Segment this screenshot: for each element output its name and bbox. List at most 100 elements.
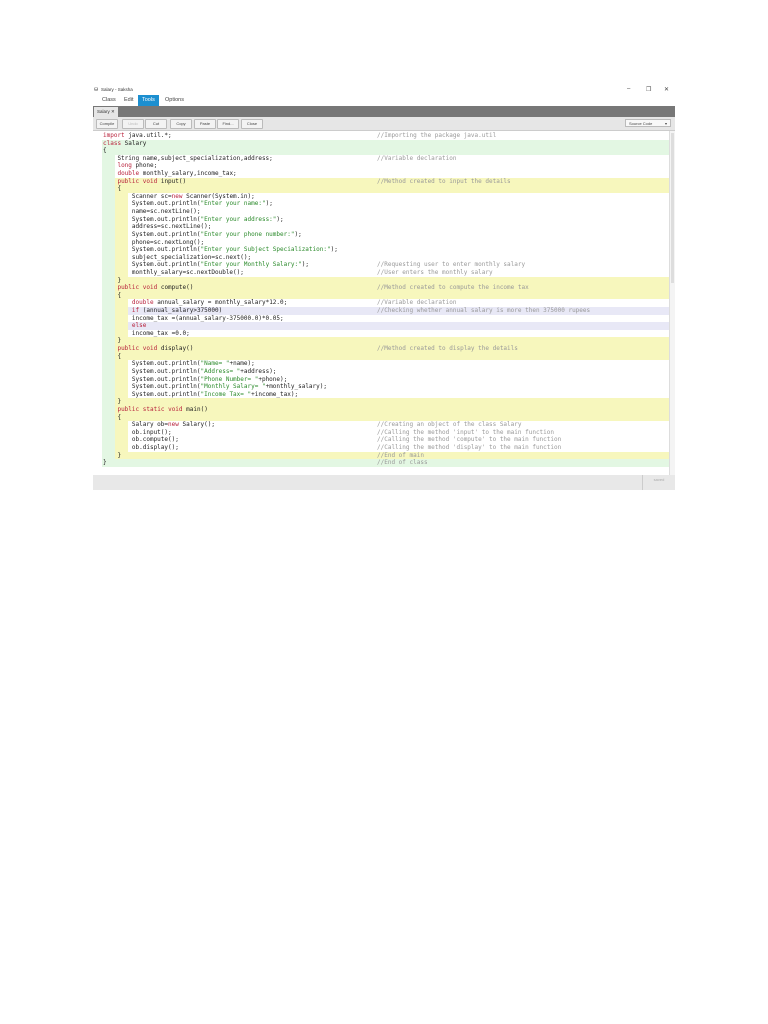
code-comment: //User enters the monthly salary: [377, 268, 493, 276]
code-text: String name,subject_specialization,addre…: [103, 154, 273, 162]
code-text: income_tax =0.0;: [103, 329, 190, 337]
code-line[interactable]: } //End of main: [93, 451, 669, 460]
code-line[interactable]: public void display() //Method created to…: [93, 345, 669, 353]
tab-label: Salary: [97, 109, 110, 114]
code-line[interactable]: else: [93, 322, 669, 330]
vertical-scrollbar[interactable]: [669, 131, 675, 475]
code-line[interactable]: income_tax =(annual_salary-375000.0)*0.0…: [93, 314, 669, 323]
code-line[interactable]: Scanner sc=new Scanner(System.in);: [93, 192, 669, 201]
code-line[interactable]: public static void main(): [93, 405, 669, 414]
menu-edit[interactable]: Edit: [120, 95, 137, 106]
code-line[interactable]: long phone;: [93, 162, 669, 171]
menu-tools[interactable]: Tools: [138, 95, 159, 106]
tab-salary[interactable]: Salary ✕: [94, 107, 118, 117]
code-line[interactable]: System.out.println("Name= "+name);: [93, 360, 669, 368]
scope-highlight: [115, 352, 669, 361]
code-line[interactable]: double monthly_salary,income_tax;: [93, 170, 669, 178]
code-text: System.out.println("Name= "+name);: [103, 360, 255, 368]
code-line[interactable]: String name,subject_specialization,addre…: [93, 154, 669, 163]
code-comment: //Calling the method 'display' to the ma…: [377, 444, 562, 451]
code-comment: //Calling the method 'compute' to the ma…: [377, 436, 562, 444]
paste-button[interactable]: Paste: [194, 119, 216, 129]
code-line[interactable]: } //End of class: [93, 459, 669, 467]
scope-highlight: [115, 291, 669, 300]
code-line[interactable]: address=sc.nextLine();: [93, 223, 669, 231]
code-line[interactable]: System.out.println("Phone Number= "+phon…: [93, 375, 669, 384]
code-line[interactable]: public void compute() //Method created to…: [93, 284, 669, 292]
bluej-app-icon: ⛁: [94, 87, 99, 93]
copy-button[interactable]: Copy: [170, 119, 192, 129]
view-selector[interactable]: Source Code ▾: [625, 119, 671, 127]
code-text: }: [103, 398, 122, 406]
code-text: Salary ob=new Salary();: [103, 421, 215, 429]
code-line[interactable]: System.out.println("Enter your phone num…: [93, 230, 669, 239]
code-comment: //Variable declaration: [377, 154, 457, 162]
code-line[interactable]: subject_specialization=sc.next();: [93, 253, 669, 262]
save-status: saved: [642, 475, 675, 490]
code-line[interactable]: monthly_salary=sc.nextDouble(); //User en…: [93, 268, 669, 277]
code-line[interactable]: }: [93, 398, 669, 406]
code-line[interactable]: import java.util.*; //Importing the packa…: [93, 132, 669, 140]
code-line[interactable]: {: [93, 352, 669, 361]
window-title: Salary - Saksha: [101, 87, 133, 92]
code-line[interactable]: {: [93, 185, 669, 193]
close-window-button[interactable]: ✕: [664, 86, 669, 93]
code-comment: //End of class: [377, 459, 428, 467]
code-line[interactable]: if (annual_salary>375000) //Checking whet…: [93, 307, 669, 315]
code-text: System.out.println("Address= "+address);: [103, 367, 277, 375]
status-bar: saved: [93, 475, 675, 490]
code-line[interactable]: System.out.println("Enter your Monthly S…: [93, 261, 669, 269]
find-button[interactable]: Find...: [217, 119, 239, 129]
code-text: }: [103, 451, 122, 459]
code-line[interactable]: System.out.println("Monthly Salary= "+mo…: [93, 383, 669, 391]
code-comment: //End of main: [377, 451, 424, 459]
code-line[interactable]: System.out.println("Enter your name:");: [93, 200, 669, 209]
code-text: public void display(): [117, 345, 194, 353]
code-line[interactable]: ob.input(); //Calling the method 'input' …: [93, 428, 669, 437]
cut-button[interactable]: Cut: [145, 119, 167, 129]
compile-button[interactable]: Compile: [96, 119, 118, 129]
code-text: System.out.println("Monthly Salary= "+mo…: [103, 383, 327, 391]
code-line[interactable]: ob.display(); //Calling the method 'displ…: [93, 444, 669, 452]
restore-button[interactable]: ❐: [646, 86, 651, 93]
code-comment: //Variable declaration: [377, 299, 457, 307]
code-line[interactable]: System.out.println("Income Tax= "+income…: [93, 390, 669, 399]
close-button[interactable]: Close: [241, 119, 263, 129]
code-editor[interactable]: import java.util.*; //Importing the packa…: [93, 131, 675, 475]
code-line[interactable]: class Salary: [93, 139, 669, 148]
scope-highlight: [102, 139, 669, 148]
scope-highlight: [115, 413, 669, 422]
menu-options[interactable]: Options: [161, 95, 188, 106]
code-comment: //Checking whether annual salary is more…: [377, 307, 591, 315]
scrollbar-thumb[interactable]: [671, 133, 674, 283]
code-line[interactable]: ob.compute(); //Calling the method 'compu…: [93, 436, 669, 444]
code-comment: //Requesting user to enter monthly salar…: [377, 261, 526, 269]
code-text: class Salary: [103, 139, 147, 147]
bluej-editor-window: ⛁ Salary - Saksha – ❐ ✕ Class Edit Tools…: [93, 85, 675, 490]
menu-class[interactable]: Class: [98, 95, 120, 106]
code-line[interactable]: public void input() //Method created to i…: [93, 177, 669, 186]
code-line[interactable]: System.out.println("Address= "+address);: [93, 367, 669, 376]
code-comment: //Calling the method 'input' to the main…: [377, 428, 555, 436]
code-line[interactable]: double annual_salary = monthly_salary*12…: [93, 299, 669, 308]
code-line[interactable]: }: [93, 276, 669, 285]
undo-button[interactable]: Undo: [122, 119, 144, 129]
code-text: {: [103, 352, 122, 360]
code-line[interactable]: {: [93, 147, 669, 155]
code-line[interactable]: System.out.println("Enter your address:"…: [93, 215, 669, 224]
code-text: else: [131, 322, 147, 330]
code-text: long phone;: [117, 162, 158, 170]
code-text: System.out.println("Enter your Monthly S…: [103, 261, 309, 269]
code-text: public static void main(): [117, 405, 208, 413]
code-line[interactable]: income_tax =0.0;: [93, 329, 669, 338]
code-line[interactable]: Salary ob=new Salary(); //Creating an obj…: [93, 421, 669, 429]
code-line[interactable]: name=sc.nextLine();: [93, 208, 669, 216]
code-line[interactable]: {: [93, 291, 669, 300]
code-line[interactable]: }: [93, 337, 669, 346]
scope-highlight: [115, 276, 669, 285]
minimize-button[interactable]: –: [627, 86, 630, 92]
tab-close-icon[interactable]: ✕: [111, 109, 115, 114]
code-line[interactable]: {: [93, 413, 669, 422]
code-line[interactable]: phone=sc.nextLong();: [93, 238, 669, 247]
code-line[interactable]: System.out.println("Enter your Subject S…: [93, 246, 669, 254]
